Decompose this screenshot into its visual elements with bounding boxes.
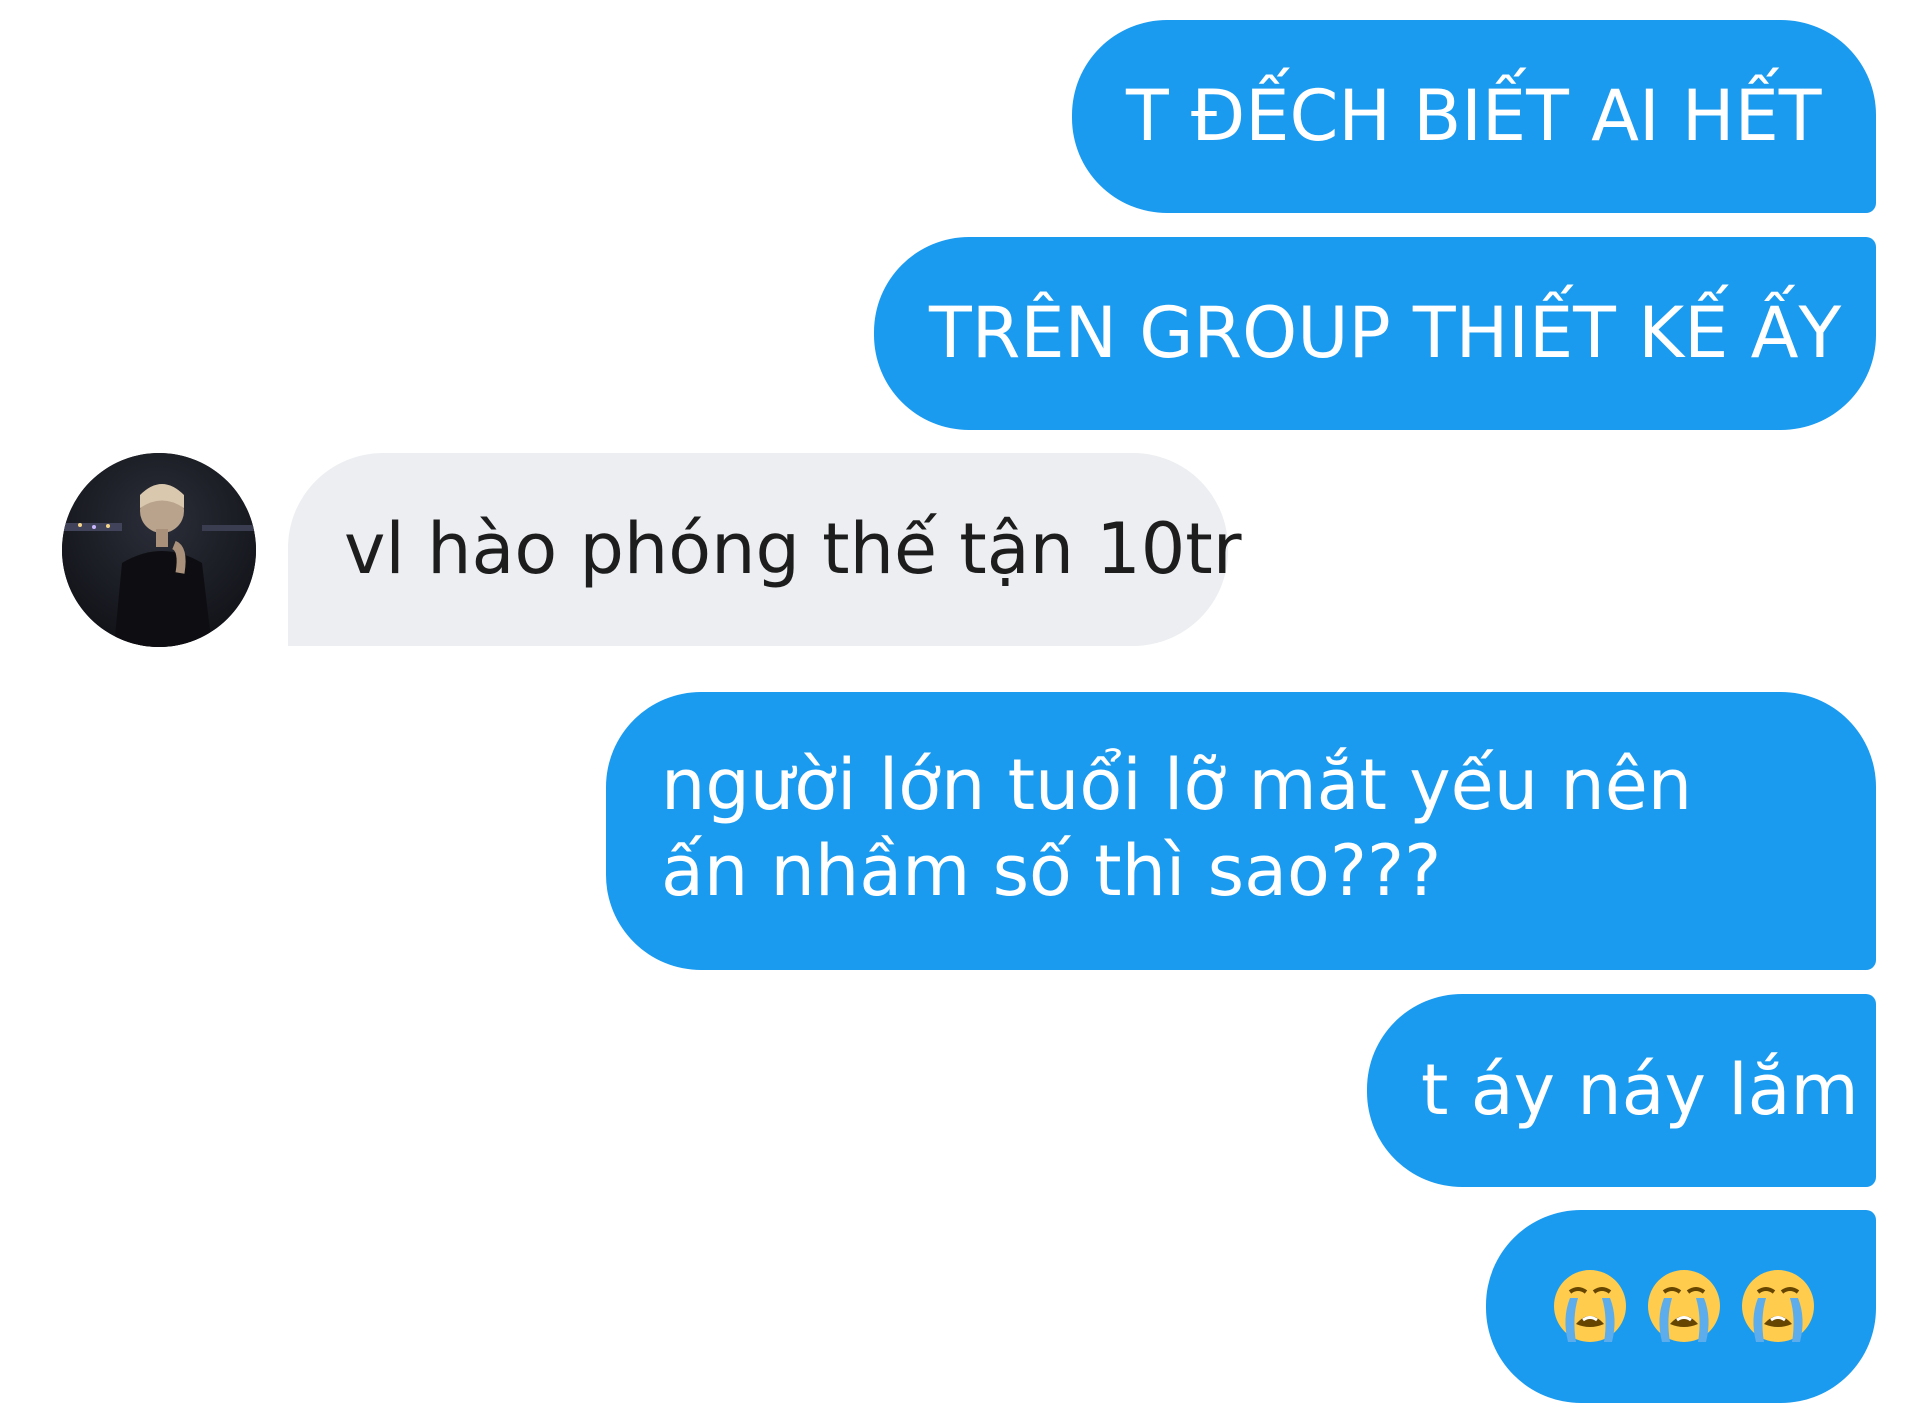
sent-message-bubble[interactable]: T ĐẾCH BIẾT AI HẾT [1072,20,1876,213]
received-message-bubble[interactable]: vl hào phóng thế tận 10tr [288,453,1242,646]
sent-emoji-bubble[interactable] [1486,1210,1876,1403]
sent-message-bubble[interactable]: người lớn tuổi lỡ mắt yếu nên ấn nhầm số… [606,692,1876,970]
message-text: T ĐẾCH BIẾT AI HẾT [1126,75,1822,157]
sent-message-bubble[interactable]: TRÊN GROUP THIẾT KẾ ẤY [874,237,1876,430]
message-text: vl hào phóng thế tận 10tr [344,508,1242,590]
message-text: TRÊN GROUP THIẾT KẾ ẤY [929,292,1842,374]
loudly-crying-face-icon [1742,1270,1814,1342]
loudly-crying-face-icon [1648,1270,1720,1342]
sent-message-bubble[interactable]: t áy náy lắm [1367,994,1876,1187]
avatar[interactable] [62,453,256,647]
loudly-crying-face-icon [1554,1270,1626,1342]
user-photo-avatar-icon [62,453,256,647]
message-text: t áy náy lắm [1421,1049,1859,1131]
emoji-row [1542,1264,1820,1348]
message-text: người lớn tuổi lỡ mắt yếu nên ấn nhầm số… [661,744,1693,912]
